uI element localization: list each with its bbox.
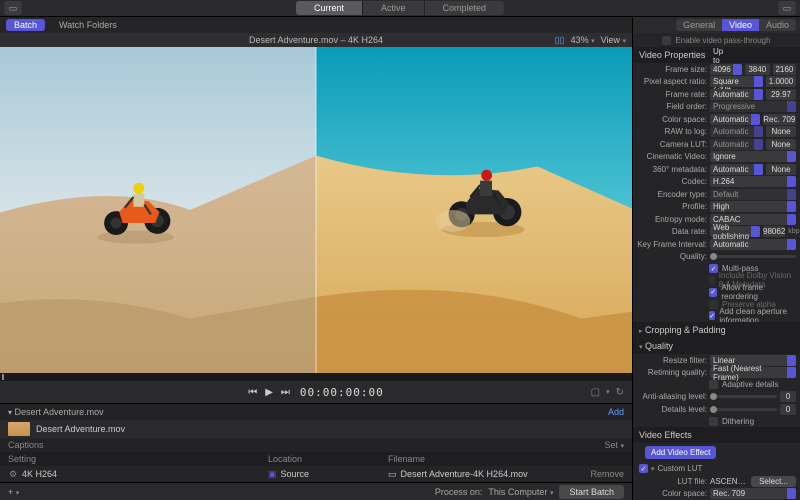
remove-setting-link[interactable]: Remove bbox=[574, 469, 624, 479]
inspector-panel: General Video Audio Enable video pass-th… bbox=[632, 17, 800, 500]
captions-label: Captions bbox=[8, 440, 44, 450]
zoom-level[interactable]: 43% ▾ bbox=[571, 35, 595, 45]
settings-table-row[interactable]: ⚙4K H264 ▣Source ▭Desert Adventure-4K H2… bbox=[0, 466, 632, 482]
metadata360-value: None bbox=[766, 164, 796, 175]
dolby-checkbox bbox=[709, 276, 715, 285]
main-tabs: Current Active Completed bbox=[296, 1, 504, 15]
section-cropping[interactable]: ▸ Cropping & Padding bbox=[633, 322, 800, 338]
data-rate-value[interactable]: 98062 bbox=[763, 226, 785, 237]
section-quality[interactable]: ▾ Quality bbox=[633, 338, 800, 354]
raw-log-select[interactable]: Automatic bbox=[710, 126, 763, 137]
batch-item-name: Desert Adventure.mov bbox=[36, 424, 125, 434]
dithering-checkbox[interactable] bbox=[709, 417, 718, 426]
mode-watch-folders[interactable]: Watch Folders bbox=[51, 19, 125, 31]
encoder-select[interactable]: Default bbox=[710, 189, 796, 200]
field-order-select[interactable]: Progressive bbox=[710, 101, 796, 112]
start-batch-button[interactable]: Start Batch bbox=[559, 485, 624, 499]
frame-width-field[interactable]: 3840 bbox=[745, 64, 770, 75]
raw-log-value: None bbox=[766, 126, 796, 137]
aperture-checkbox[interactable]: ✓ bbox=[709, 311, 715, 320]
loop-icon[interactable]: ↻ bbox=[616, 387, 624, 398]
camera-lut-value: None bbox=[766, 139, 796, 150]
next-frame-button[interactable]: ⏭ bbox=[281, 387, 290, 398]
timecode-display[interactable]: 00:00:00:00 bbox=[300, 386, 384, 399]
frame-rate-value[interactable]: 29.97 bbox=[766, 89, 796, 100]
inspector-tab-audio[interactable]: Audio bbox=[759, 19, 796, 31]
process-on-label: Process on: bbox=[435, 487, 483, 497]
passthrough-checkbox[interactable] bbox=[662, 36, 671, 45]
section-video-effects[interactable]: Video Effects bbox=[633, 427, 800, 443]
add-setting-link[interactable]: Add bbox=[608, 407, 624, 417]
frame-size-select[interactable]: Up to 4096 x 2304 bbox=[710, 64, 742, 75]
profile-select[interactable]: High bbox=[710, 201, 796, 212]
lut-select-button[interactable]: Select... bbox=[751, 476, 796, 487]
antialias-slider[interactable] bbox=[710, 395, 777, 398]
batch-clip-name: Desert Adventure.mov bbox=[15, 407, 104, 417]
clip-thumbnail bbox=[8, 422, 30, 436]
frame-height-field[interactable]: 2160 bbox=[773, 64, 796, 75]
lut-colorspace-select[interactable]: Rec. 709 bbox=[710, 488, 796, 499]
frame-rate-select[interactable]: Automatic bbox=[710, 89, 763, 100]
custom-lut-title: Custom LUT bbox=[658, 464, 703, 473]
play-button[interactable]: ▶ bbox=[265, 387, 273, 398]
multipass-checkbox[interactable]: ✓ bbox=[709, 264, 718, 273]
tab-current[interactable]: Current bbox=[296, 1, 363, 15]
keyframe-select[interactable]: Automatic bbox=[710, 239, 796, 250]
quality-slider[interactable] bbox=[710, 255, 796, 258]
top-toolbar: ▭ Current Active Completed ▭ bbox=[0, 0, 800, 17]
add-video-effect-button[interactable]: Add Video Effect bbox=[645, 446, 716, 459]
marker-menu[interactable]: ▾ bbox=[606, 388, 610, 396]
retiming-select[interactable]: Fast (Nearest Frame) bbox=[710, 367, 796, 378]
inspector-tab-general[interactable]: General bbox=[676, 19, 722, 31]
lut-file-name: ASCEND – Ochre.cube bbox=[710, 477, 748, 486]
cinematic-select[interactable]: Ignore bbox=[710, 151, 796, 162]
sidebar-toggle-right[interactable]: ▭ bbox=[778, 1, 796, 15]
process-on-select[interactable]: This Computer ▾ bbox=[488, 487, 553, 497]
video-preview[interactable] bbox=[0, 47, 632, 373]
lut-enable-checkbox[interactable]: ✓ bbox=[639, 464, 648, 473]
batch-list: ▾ Desert Adventure.mov Add Desert Advent… bbox=[0, 403, 632, 482]
add-menu[interactable]: + ▾ bbox=[8, 487, 19, 497]
preview-title: Desert Adventure.mov – 4K H264 bbox=[249, 35, 383, 45]
set-captions-link[interactable]: Set ▾ bbox=[604, 440, 624, 450]
mode-batch[interactable]: Batch bbox=[6, 19, 45, 31]
inspector-tab-video[interactable]: Video bbox=[722, 19, 759, 31]
compare-icon[interactable]: ▯▯ bbox=[555, 35, 565, 46]
reorder-checkbox[interactable]: ✓ bbox=[709, 288, 717, 297]
pixel-aspect-value[interactable]: 1.0000 bbox=[766, 76, 796, 87]
timeline-scrubber[interactable] bbox=[0, 373, 632, 381]
subheader: Batch Watch Folders bbox=[0, 17, 632, 33]
sidebar-toggle-left[interactable]: ▭ bbox=[4, 1, 22, 15]
passthrough-label: Enable video pass-through bbox=[675, 36, 770, 45]
folder-icon: ▣ bbox=[268, 469, 277, 480]
tab-active[interactable]: Active bbox=[363, 1, 425, 15]
playback-controls: ⏮ ▶ ⏭ 00:00:00:00 ▢ ▾ ↻ bbox=[0, 381, 632, 403]
details-slider[interactable] bbox=[710, 408, 777, 411]
batch-item[interactable]: Desert Adventure.mov bbox=[0, 420, 632, 438]
footer-bar: + ▾ Process on: This Computer ▾ Start Ba… bbox=[0, 482, 632, 500]
file-icon: ▭ bbox=[388, 469, 397, 480]
preview-title-bar: Desert Adventure.mov – 4K H264 ▯▯ 43% ▾ … bbox=[0, 33, 632, 47]
pixel-aspect-select[interactable]: Square bbox=[710, 76, 763, 87]
data-rate-select[interactable]: Web publishing bbox=[710, 226, 760, 237]
tab-completed[interactable]: Completed bbox=[425, 1, 505, 15]
color-space-select[interactable]: Automatic bbox=[710, 114, 760, 125]
view-menu[interactable]: View ▾ bbox=[601, 35, 626, 45]
codec-select[interactable]: H.264 bbox=[710, 176, 796, 187]
marker-icon[interactable]: ▢ bbox=[591, 387, 600, 398]
alpha-checkbox bbox=[709, 300, 718, 309]
metadata360-select[interactable]: Automatic bbox=[710, 164, 763, 175]
camera-lut-select[interactable]: Automatic bbox=[710, 139, 763, 150]
gear-icon: ⚙ bbox=[8, 469, 18, 479]
batch-disclosure[interactable]: ▾ bbox=[8, 408, 12, 417]
color-space-value: Rec. 709 bbox=[763, 114, 796, 125]
settings-table-header: Setting Location Filename bbox=[0, 452, 632, 466]
prev-frame-button[interactable]: ⏮ bbox=[248, 387, 257, 398]
